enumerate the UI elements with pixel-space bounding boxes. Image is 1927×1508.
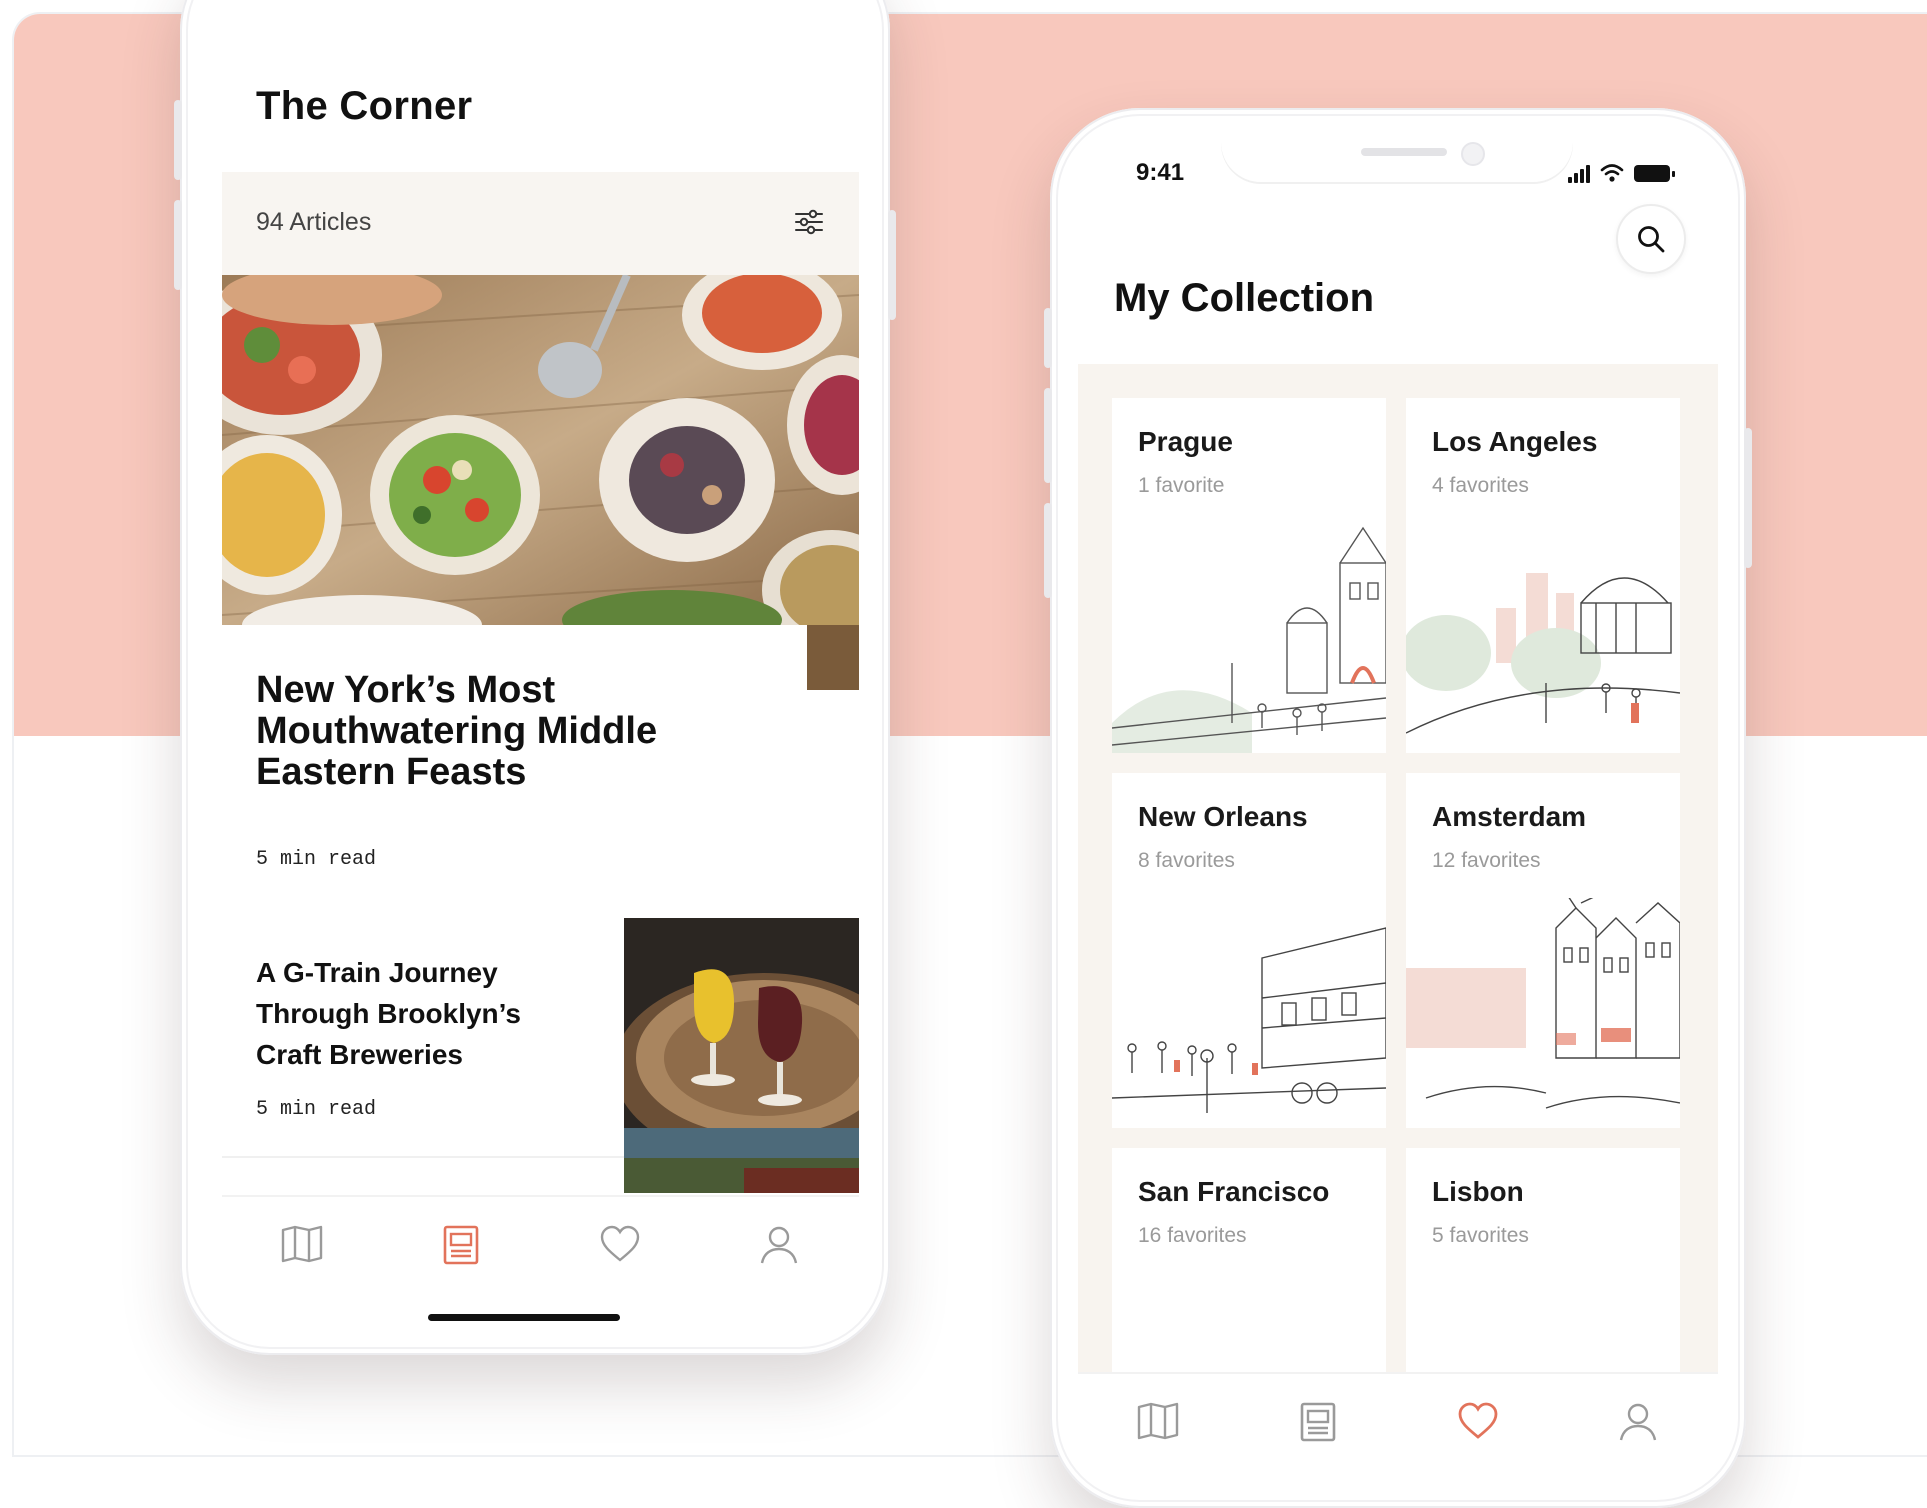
bottom-tab-bar <box>1078 1372 1718 1455</box>
article-count: 94 Articles <box>256 208 372 236</box>
second-article-title[interactable]: A G-Train Journey Through Brooklyn’s Cra… <box>256 952 556 1075</box>
beer-flight-image[interactable] <box>624 918 859 1193</box>
page-title: The Corner <box>256 84 473 128</box>
tab-profile[interactable] <box>749 1197 809 1285</box>
corner-screen: The Corner 94 Articles New York’s Most M… <box>222 0 859 1332</box>
heart-icon <box>1458 1402 1498 1439</box>
city-name: Los Angeles <box>1432 426 1598 457</box>
page-title: My Collection <box>1114 276 1375 320</box>
search-button[interactable] <box>1616 204 1686 274</box>
tab-map[interactable] <box>272 1197 332 1285</box>
city-favorites: 1 favorite <box>1138 474 1225 497</box>
sliders-icon[interactable] <box>793 206 825 238</box>
map-icon <box>1137 1402 1179 1440</box>
tab-articles[interactable] <box>431 1197 491 1285</box>
city-favorites: 8 favorites <box>1138 849 1235 872</box>
tab-profile[interactable] <box>1608 1374 1668 1455</box>
city-card-amsterdam[interactable]: Amsterdam 12 favorites <box>1406 773 1680 1128</box>
los-angeles-illustration <box>1406 573 1680 734</box>
second-read-time: 5 min read <box>256 1098 377 1121</box>
tab-articles[interactable] <box>1288 1374 1348 1455</box>
tab-map[interactable] <box>1128 1374 1188 1455</box>
status-time: 9:41 <box>1136 159 1185 186</box>
profile-icon <box>1619 1403 1657 1441</box>
prague-illustration <box>1112 526 1386 753</box>
tab-favorites[interactable] <box>1448 1374 1508 1455</box>
featured-read-time: 5 min read <box>256 848 377 871</box>
city-card-prague[interactable]: Prague 1 favorite <box>1112 398 1386 753</box>
hero-food-image[interactable] <box>222 275 859 625</box>
heart-icon <box>600 1225 640 1262</box>
map-icon <box>281 1225 322 1263</box>
featured-article-title[interactable]: New York’s Most Mouthwatering Middle Eas… <box>256 670 756 793</box>
collection-screen: 9:41 My Collection Prague 1 favorite Los… <box>1078 132 1718 1455</box>
city-favorites: 16 favorites <box>1138 1224 1247 1247</box>
city-name: New Orleans <box>1138 801 1308 832</box>
city-card-los-angeles[interactable]: Los Angeles 4 favorites <box>1406 398 1680 753</box>
city-name: Prague <box>1138 426 1233 457</box>
profile-icon <box>761 1226 798 1264</box>
new-orleans-illustration <box>1112 927 1386 1113</box>
city-favorites: 12 favorites <box>1432 849 1541 872</box>
collection-grid: Prague 1 favorite Los Angeles 4 favorite… <box>1078 364 1718 1455</box>
status-icons <box>1568 164 1675 183</box>
city-favorites: 5 favorites <box>1432 1224 1529 1247</box>
city-name: Lisbon <box>1432 1176 1524 1207</box>
phone-notch <box>1221 132 1573 182</box>
city-card-new-orleans[interactable]: New Orleans 8 favorites <box>1112 773 1386 1128</box>
city-name: Amsterdam <box>1432 801 1587 832</box>
articles-icon <box>1300 1402 1336 1442</box>
amsterdam-illustration <box>1406 898 1680 1109</box>
filter-bar: 94 Articles <box>222 172 859 275</box>
bottom-tab-bar <box>222 1195 859 1317</box>
home-indicator <box>428 1314 620 1321</box>
tab-favorites[interactable] <box>590 1197 650 1285</box>
city-favorites: 4 favorites <box>1432 474 1529 497</box>
list-divider <box>222 1156 624 1158</box>
city-name: San Francisco <box>1138 1176 1330 1207</box>
search-icon <box>1638 226 1665 253</box>
articles-icon <box>443 1225 479 1265</box>
hero-image-tab <box>807 625 859 690</box>
